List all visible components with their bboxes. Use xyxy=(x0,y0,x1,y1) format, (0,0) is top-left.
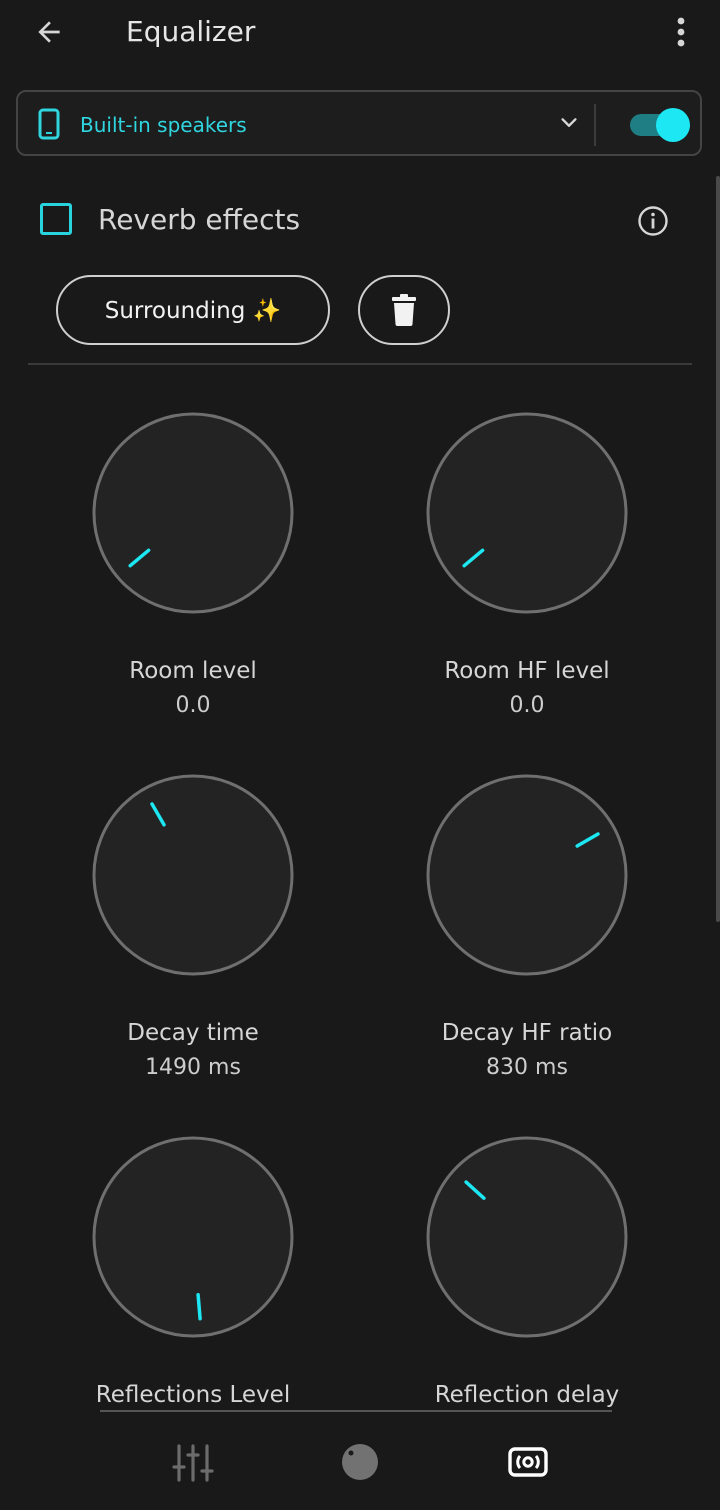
knob-label: Reflections Level xyxy=(95,1382,291,1408)
equalizer-sliders-icon xyxy=(172,1444,214,1482)
knob-value: 0.0 xyxy=(175,693,211,718)
decay-hf-ratio-knob[interactable] xyxy=(426,774,628,976)
divider xyxy=(594,104,596,146)
room-hf-level-knob[interactable] xyxy=(426,412,628,614)
device-name: Built-in speakers xyxy=(80,113,247,137)
reflections-level-knob[interactable] xyxy=(92,1136,294,1338)
chevron-down-icon[interactable] xyxy=(558,112,580,134)
toggle-thumb xyxy=(656,108,690,142)
knob-label: Room level xyxy=(129,658,257,684)
knob-value: 830 ms xyxy=(486,1055,568,1080)
knob-value: 0.0 xyxy=(509,693,545,718)
more-vert-icon xyxy=(677,17,685,47)
knob-value: 1490 ms xyxy=(145,1055,241,1080)
knob-label: Room HF level xyxy=(444,658,610,684)
nav-reverb-button[interactable] xyxy=(506,1442,550,1482)
section-divider xyxy=(28,363,692,365)
page-title: Equalizer xyxy=(126,15,256,48)
more-options-button[interactable] xyxy=(662,12,700,52)
knob-label: Reflection delay xyxy=(434,1382,620,1408)
info-button[interactable] xyxy=(636,204,670,238)
bottom-nav-divider xyxy=(100,1410,612,1412)
arrow-left-icon xyxy=(38,21,60,43)
trash-icon xyxy=(392,294,416,326)
reflection-delay-knob[interactable] xyxy=(426,1136,628,1338)
reverb-effects-label: Reverb effects xyxy=(98,203,301,236)
back-button[interactable] xyxy=(26,12,72,52)
smartphone-icon xyxy=(38,108,60,140)
nav-knob-button[interactable] xyxy=(338,1440,382,1484)
knob-label: Decay HF ratio xyxy=(441,1020,613,1046)
knob-label: Decay time xyxy=(127,1020,259,1046)
reverb-icon xyxy=(508,1447,548,1477)
nav-equalizer-button[interactable] xyxy=(170,1440,216,1486)
scrollbar[interactable] xyxy=(716,176,720,922)
knob-icon xyxy=(342,1444,378,1480)
delete-preset-button[interactable] xyxy=(358,275,450,345)
device-enable-toggle[interactable] xyxy=(628,108,690,142)
knob-indicator xyxy=(196,1293,202,1321)
info-icon xyxy=(638,206,668,236)
preset-button[interactable]: Surrounding ✨ xyxy=(56,275,330,345)
output-device-selector[interactable]: Built-in speakers xyxy=(16,90,702,156)
decay-time-knob[interactable] xyxy=(92,774,294,976)
room-level-knob[interactable] xyxy=(92,412,294,614)
reverb-effects-checkbox[interactable] xyxy=(40,203,72,235)
